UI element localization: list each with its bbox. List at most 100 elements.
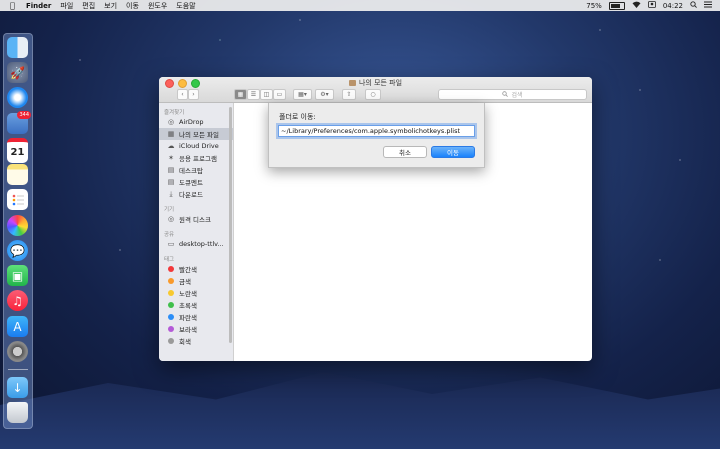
list-view-button[interactable]: ☰ [247, 89, 260, 100]
tag-orange-icon [168, 278, 174, 284]
go-to-folder-dialog: 폴더로 이동: ~/Library/Preferences/com.apple.… [268, 103, 485, 168]
tag-yellow-icon [168, 290, 174, 296]
app-store-icon[interactable]: A [7, 316, 28, 337]
applications-icon: ✶ [168, 154, 174, 162]
user-icon[interactable] [647, 1, 656, 10]
calendar-day: 21 [10, 147, 25, 158]
launchpad-icon[interactable]: 🚀 [7, 62, 28, 83]
gallery-view-button[interactable]: ▭ [273, 89, 286, 100]
itunes-icon[interactable]: ♫ [7, 290, 28, 311]
sidebar-item-airdrop[interactable]: ◎ AirDrop [159, 116, 233, 128]
sidebar-item-icloud-drive[interactable]: ☁ iCloud Drive [159, 140, 233, 152]
apple-menu-icon[interactable]:  [10, 1, 20, 10]
folder-path-input[interactable]: ~/Library/Preferences/com.apple.symbolic… [278, 125, 475, 137]
downloads-stack-icon[interactable]: ↓ [7, 377, 28, 398]
tag-purple-icon [168, 326, 174, 332]
sidebar-header-devices: 기기 [164, 207, 175, 213]
sidebar-item-label: iCloud Drive [179, 142, 219, 150]
menu-edit[interactable]: 편집 [82, 1, 95, 11]
sidebar-item-label: desktop-ttlv... [179, 240, 224, 248]
cloud-icon: ☁ [167, 142, 175, 150]
column-view-button[interactable]: ◫ [260, 89, 273, 100]
sidebar-item-label: 파란색 [179, 314, 197, 322]
mail-icon[interactable]: 344 [7, 111, 31, 134]
tag-green-icon [168, 302, 174, 308]
notes-icon[interactable] [7, 164, 28, 185]
folder-icon [348, 80, 356, 86]
menu-go[interactable]: 이동 [126, 1, 139, 11]
sidebar-item-label: AirDrop [179, 118, 204, 126]
search-placeholder: 검색 [511, 92, 523, 99]
sidebar-item-tag-gray[interactable]: 회색 [159, 335, 233, 347]
mail-badge: 344 [17, 111, 31, 119]
menu-window[interactable]: 윈도우 [148, 1, 167, 11]
facetime-icon[interactable]: ▣ [7, 265, 28, 286]
sidebar-item-label: 도큐멘트 [179, 179, 203, 187]
sidebar-item-tag-orange[interactable]: 금색 [159, 275, 233, 287]
sidebar-item-tag-purple[interactable]: 보라색 [159, 323, 233, 335]
menu-view[interactable]: 보기 [104, 1, 117, 11]
trash-icon[interactable] [7, 402, 28, 423]
sidebar-item-remote-disc[interactable]: ◎ 원격 디스크 [159, 213, 233, 225]
sidebar-item-tag-blue[interactable]: 파란색 [159, 311, 233, 323]
sidebar-scrollbar[interactable] [229, 107, 232, 343]
forward-button[interactable]: › [188, 89, 199, 100]
action-gear-button[interactable]: ⚙▾ [315, 89, 334, 100]
sidebar-item-label: 원격 디스크 [179, 216, 211, 224]
sidebar-header-tags: 태그 [164, 257, 175, 263]
computer-icon: ▭ [167, 240, 175, 248]
sidebar-item-label: 금색 [179, 278, 191, 286]
sidebar-item-label: 회색 [179, 338, 191, 346]
photos-icon[interactable] [7, 215, 28, 236]
desktop-icon: ▤ [167, 166, 175, 174]
menu-help[interactable]: 도움말 [176, 1, 195, 11]
sidebar-item-all-files[interactable]: ▦ 나의 모든 파일 [159, 128, 233, 140]
menubar-clock[interactable]: 04:22 [663, 2, 683, 10]
reminders-icon[interactable] [7, 189, 28, 210]
icon-view-button[interactable]: ▦ [234, 89, 247, 100]
battery-percent: 75% [586, 1, 602, 10]
safari-icon[interactable] [7, 87, 28, 108]
share-button[interactable]: ⇧ [342, 89, 356, 100]
wifi-icon[interactable] [632, 1, 641, 10]
calendar-icon[interactable]: 21 [7, 138, 28, 163]
sidebar-item-shared-desktop[interactable]: ▭ desktop-ttlv... [159, 238, 233, 250]
sidebar-item-label: 다운로드 [179, 191, 203, 199]
sidebar: 즐겨찾기 ◎ AirDrop ▦ 나의 모든 파일 ☁ iCloud Drive ✶ 응… [159, 103, 234, 361]
system-preferences-icon[interactable] [7, 341, 28, 362]
arrange-button[interactable]: ▦▾ [293, 89, 312, 100]
sidebar-item-label: 데스크탑 [179, 167, 203, 175]
sidebar-item-tag-yellow[interactable]: 노란색 [159, 287, 233, 299]
sidebar-item-documents[interactable]: ▤ 도큐멘트 [159, 176, 233, 188]
sidebar-item-downloads[interactable]: ⤓ 다운로드 [159, 188, 233, 200]
messages-icon[interactable]: 💬 [7, 240, 28, 261]
back-button[interactable]: ‹ [177, 89, 188, 100]
airdrop-icon: ◎ [167, 118, 175, 126]
sidebar-item-tag-green[interactable]: 초록색 [159, 299, 233, 311]
window-title: 나의 모든 파일 [159, 78, 592, 88]
menu-file[interactable]: 파일 [60, 1, 73, 11]
battery-icon[interactable] [608, 1, 625, 10]
sidebar-item-label: 노란색 [179, 290, 197, 298]
cancel-button[interactable]: 취소 [383, 146, 427, 158]
all-files-icon: ▦ [167, 130, 175, 138]
sidebar-item-applications[interactable]: ✶ 응용 프로그램 [159, 152, 233, 164]
menu-app-name[interactable]: Finder [26, 2, 51, 10]
finder-icon[interactable] [7, 37, 28, 58]
document-icon: ▤ [167, 178, 175, 186]
spotlight-icon[interactable] [690, 1, 697, 10]
tags-button[interactable]: ○ [365, 89, 381, 100]
sidebar-item-desktop[interactable]: ▤ 데스크탑 [159, 164, 233, 176]
sidebar-item-tag-red[interactable]: 빨간색 [159, 263, 233, 275]
tag-gray-icon [168, 338, 174, 344]
status-area: 75% 04:22 [586, 1, 712, 10]
go-button[interactable]: 이동 [431, 146, 475, 158]
search-field[interactable]: 검색 [438, 89, 587, 100]
sidebar-item-label: 보라색 [179, 326, 197, 334]
window-titlebar[interactable]: 나의 모든 파일 ‹ › ▦ ☰ ◫ ▭ ▦▾ ⚙▾ ⇧ ○ 검색 [159, 77, 592, 103]
notification-center-icon[interactable] [704, 1, 712, 10]
dock: 🚀 344 21 💬 ▣ ♫ A ↓ [3, 33, 33, 429]
tag-red-icon [168, 266, 174, 272]
sidebar-header-favorites: 즐겨찾기 [164, 110, 185, 116]
window-title-text: 나의 모든 파일 [358, 79, 403, 87]
